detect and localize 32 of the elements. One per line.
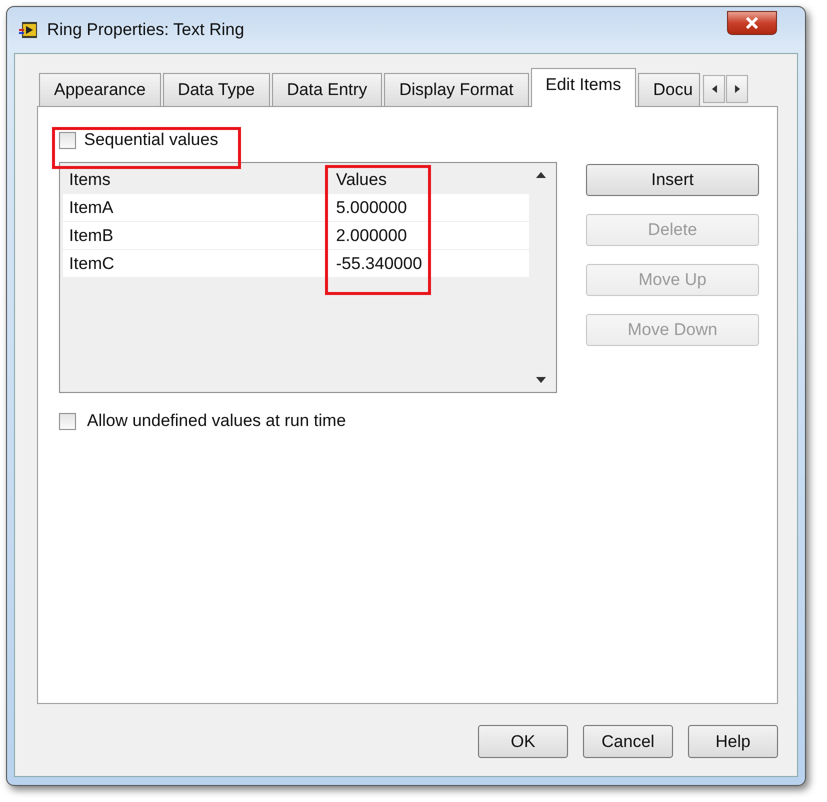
left-arrow-icon	[712, 85, 717, 93]
column-header[interactable]: Items	[63, 167, 330, 193]
table-cell-text: ItemB	[68, 224, 114, 247]
checkbox-label: Allow undefined values at run time	[87, 410, 346, 432]
table-cell-text: 2.000000	[335, 224, 407, 247]
close-icon	[745, 17, 759, 29]
close-button[interactable]	[727, 11, 777, 35]
table-cell-text: ItemC	[68, 252, 116, 275]
tab[interactable]: Data Entry	[272, 73, 382, 106]
checkbox-label: Sequential values	[84, 129, 218, 152]
dialog-button[interactable]: Cancel	[583, 725, 673, 758]
table-cell-text: ItemA	[68, 196, 114, 219]
dialog-button[interactable]: Help	[688, 725, 778, 758]
checkbox[interactable]	[59, 132, 76, 148]
scroll-up-icon[interactable]	[536, 172, 546, 178]
checkbox[interactable]	[59, 412, 76, 430]
app-icon	[19, 21, 39, 39]
table-cell-text: 5.000000	[335, 196, 407, 219]
window-title: Ring Properties: Text Ring	[47, 19, 244, 42]
action-button[interactable]: Insert	[586, 164, 759, 196]
tab[interactable]: Edit Items	[530, 68, 636, 107]
tab[interactable]: Display Format	[384, 73, 528, 106]
tab[interactable]: Docu	[638, 73, 700, 106]
table-cell-text: -55.340000	[335, 252, 422, 275]
column-header[interactable]: Values	[330, 167, 387, 193]
tab-scroll-right-button[interactable]	[726, 75, 748, 103]
scroll-down-icon[interactable]	[536, 377, 546, 383]
tab[interactable]: Data Type	[162, 73, 270, 106]
tab[interactable]: Appearance	[39, 73, 161, 106]
dialog-button[interactable]: OK	[478, 725, 568, 758]
right-arrow-icon	[734, 85, 740, 93]
tab-scroll-left-button[interactable]	[703, 75, 726, 103]
